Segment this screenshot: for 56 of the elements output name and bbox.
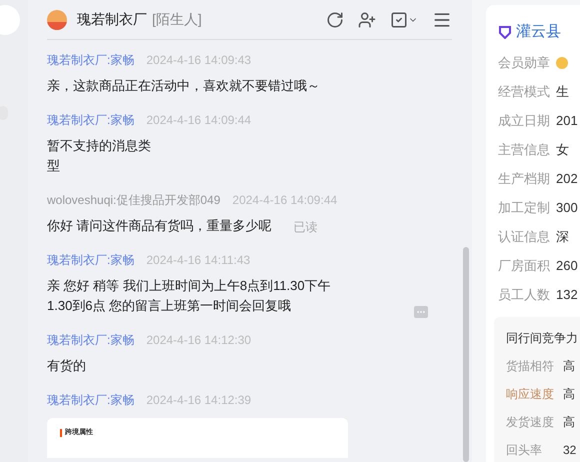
info-label: 生产档期 <box>498 170 550 188</box>
sender-name: 瑰若制衣厂:家畅 <box>47 252 134 268</box>
metric-value: 高 <box>563 414 575 431</box>
refresh-icon[interactable] <box>326 10 344 28</box>
metric-label: 货描相符 <box>506 358 555 375</box>
metric-value: 高 <box>563 358 575 375</box>
message-text: 1.30到6点 您的留言上班第一时间会回复哦 <box>47 297 292 315</box>
info-value: 女 <box>556 141 569 160</box>
info-label: 认证信息 <box>498 228 550 246</box>
info-label: 主营信息 <box>498 141 550 160</box>
scrollbar[interactable] <box>463 247 469 462</box>
message-text: 有货的 <box>47 357 86 375</box>
message-text: 你好 请问这件商品有货吗，重量多少呢 <box>47 217 272 235</box>
contact-tag: [陌生人] <box>152 9 202 30</box>
info-value: 生 <box>556 83 569 102</box>
message-text: 暂不支持的消息类 <box>47 137 151 155</box>
metric-value: 高 <box>563 386 575 403</box>
info-value: 260 <box>556 257 578 276</box>
metric-value: 32 <box>563 442 576 459</box>
sender-name: 瑰若制衣厂:家畅 <box>47 52 134 68</box>
sender-name: 瑰若制衣厂:家畅 <box>47 112 134 128</box>
info-label: 厂房面积 <box>498 257 550 276</box>
message-time: 2024-4-16 14:09:43 <box>146 52 252 68</box>
message-text: 亲 您好 稍等 我们上班时间为上午8点到11.30下午 <box>47 277 331 295</box>
info-value: 202 <box>556 170 578 188</box>
message-text: 型 <box>47 157 61 175</box>
medal-icon <box>556 57 568 69</box>
metric-label: 发货速度 <box>506 414 555 431</box>
info-value: 201 <box>556 112 578 130</box>
info-value: 深 <box>556 228 569 246</box>
task-icon[interactable] <box>390 10 408 28</box>
message-time: 2024-4-16 14:11:43 <box>146 252 250 268</box>
company-name: 灌云县 <box>516 22 561 42</box>
info-label: 加工定制 <box>498 199 550 218</box>
info-label: 成立日期 <box>498 112 550 130</box>
message-text: 亲，这款商品正在活动中，喜欢就不要错过哦～ <box>47 77 320 95</box>
add-user-icon[interactable] <box>358 10 376 28</box>
info-label: 经营模式 <box>498 83 550 102</box>
message-time: 2024-4-16 14:12:30 <box>146 332 252 348</box>
panel-title: 同行间竞争力 <box>506 330 579 346</box>
metric-label: 响应速度 <box>506 386 555 403</box>
shield-icon <box>498 25 512 40</box>
info-value: 132 <box>556 286 578 304</box>
avatar-icon <box>47 10 67 30</box>
chat-title: 瑰若制衣厂 <box>77 10 147 29</box>
info-label: 员工人数 <box>498 286 550 304</box>
message-time: 2024-4-16 14:09:44 <box>146 112 252 128</box>
info-label: 会员勋章 <box>498 54 550 72</box>
sender-name: woloveshuqi:促佳搜品开发部049 <box>47 192 220 208</box>
message-time: 2024-4-16 14:09:44 <box>232 192 338 208</box>
metric-label: 回头率 <box>506 442 543 459</box>
info-value: 300 <box>556 199 578 218</box>
message-time: 2024-4-16 14:12:39 <box>146 392 252 408</box>
sender-name: 瑰若制衣厂:家畅 <box>47 392 134 408</box>
sender-name: 瑰若制衣厂:家畅 <box>47 332 134 348</box>
read-status: 已读 <box>294 219 318 236</box>
